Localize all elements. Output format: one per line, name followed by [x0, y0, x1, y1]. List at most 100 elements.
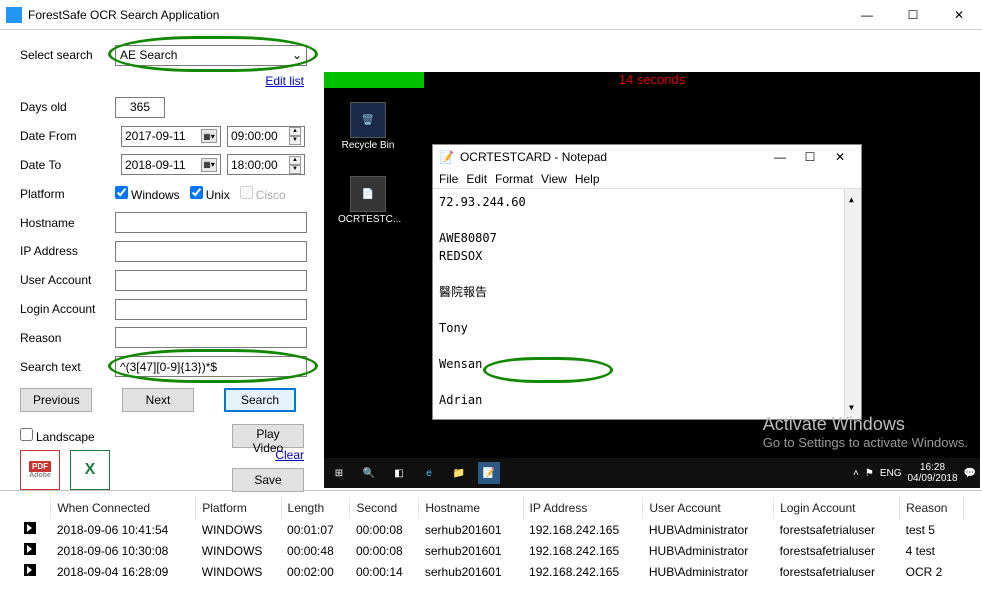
- play-icon[interactable]: [24, 543, 36, 555]
- menu-format[interactable]: Format: [495, 172, 533, 186]
- hostname-input[interactable]: [115, 212, 307, 233]
- recycle-bin-icon[interactable]: 🗑️ Recycle Bin: [338, 102, 398, 151]
- column-header[interactable]: Hostname: [419, 497, 523, 519]
- table-row[interactable]: 2018-09-04 16:28:09WINDOWS00:02:0000:00:…: [18, 561, 964, 582]
- column-header[interactable]: Login Account: [774, 497, 900, 519]
- column-header[interactable]: Platform: [196, 497, 281, 519]
- notepad-content[interactable]: 72.93.244.60 AWE80807REDSOX 醫院報告 Tony We…: [433, 189, 861, 419]
- notepad-task-icon[interactable]: 📝: [478, 462, 500, 484]
- table-cell: forestsafetrialuser: [774, 540, 900, 561]
- table-row[interactable]: 2018-09-06 10:41:54WINDOWS00:01:0700:00:…: [18, 519, 964, 540]
- landscape-checkbox[interactable]: Landscape: [20, 428, 95, 444]
- search-button[interactable]: Search: [224, 388, 296, 412]
- user-account-input[interactable]: [115, 270, 307, 291]
- notepad-line: Adrian: [439, 391, 855, 409]
- task-view-icon[interactable]: ◧: [388, 462, 410, 484]
- login-account-input[interactable]: [115, 299, 307, 320]
- column-header[interactable]: Reason: [900, 497, 964, 519]
- table-cell: 00:00:48: [281, 540, 350, 561]
- tray-flag-icon[interactable]: ⚑: [865, 468, 874, 479]
- search-text-input[interactable]: [115, 356, 307, 377]
- table-cell: 00:00:14: [350, 561, 419, 582]
- edit-list-link[interactable]: Edit list: [265, 74, 304, 88]
- minimize-button[interactable]: —: [844, 0, 890, 30]
- user-account-label: User Account: [20, 273, 115, 287]
- table-cell: 00:02:00: [281, 561, 350, 582]
- search-icon[interactable]: 🔍: [358, 462, 380, 484]
- menu-help[interactable]: Help: [575, 172, 600, 186]
- notifications-icon[interactable]: 💬: [964, 468, 976, 479]
- login-account-label: Login Account: [20, 302, 115, 316]
- table-cell: HUB\Administrator: [643, 519, 774, 540]
- tray-up-icon[interactable]: ˄: [853, 468, 859, 479]
- windows-taskbar: ⊞ 🔍 ◧ e 📁 📝 ˄ ⚑ ENG 16:28 04/09/2018 💬: [324, 458, 980, 488]
- notepad-line: 醫院報告: [439, 283, 855, 301]
- time-spinner-icon[interactable]: ▲▼: [289, 156, 301, 174]
- time-spinner-icon[interactable]: ▲▼: [289, 127, 301, 145]
- table-cell: forestsafetrialuser: [774, 561, 900, 582]
- unix-checkbox[interactable]: Unix: [190, 186, 230, 202]
- menu-edit[interactable]: Edit: [466, 172, 487, 186]
- date-to-input[interactable]: 2018-09-11 ▦▾: [121, 154, 221, 175]
- table-cell: 192.168.242.165: [523, 561, 643, 582]
- clock-time[interactable]: 16:28: [907, 462, 957, 473]
- select-search-label: Select search: [20, 48, 115, 62]
- previous-button[interactable]: Previous: [20, 388, 92, 412]
- next-button[interactable]: Next: [122, 388, 194, 412]
- ie-icon[interactable]: e: [418, 462, 440, 484]
- notepad-line: REDSOX: [439, 247, 855, 265]
- cisco-checkbox[interactable]: Cisco: [240, 186, 286, 202]
- column-header[interactable]: Second: [350, 497, 419, 519]
- column-header[interactable]: When Connected: [51, 497, 196, 519]
- np-maximize-button[interactable]: ☐: [795, 146, 825, 168]
- table-cell: forestsafetrialuser: [774, 519, 900, 540]
- table-cell: WINDOWS: [196, 540, 281, 561]
- play-icon[interactable]: [24, 522, 36, 534]
- table-cell: test 5: [900, 519, 964, 540]
- table-cell: 192.168.242.165: [523, 540, 643, 561]
- play-icon[interactable]: [24, 564, 36, 576]
- date-to-label: Date To: [20, 158, 115, 172]
- maximize-button[interactable]: ☐: [890, 0, 936, 30]
- pdf-export-icon[interactable]: PDFAdobe: [20, 450, 60, 490]
- scrollbar[interactable]: [844, 189, 861, 419]
- column-header[interactable]: [18, 497, 51, 519]
- days-old-input[interactable]: [115, 97, 165, 118]
- windows-checkbox[interactable]: Windows: [115, 186, 180, 202]
- np-close-button[interactable]: ✕: [825, 146, 855, 168]
- play-video-button[interactable]: Play Video: [232, 424, 304, 448]
- timer-label: 14 seconds: [324, 72, 980, 87]
- date-from-input[interactable]: 2017-09-11 ▦▾: [121, 126, 221, 147]
- explorer-icon[interactable]: 📁: [448, 462, 470, 484]
- column-header[interactable]: IP Address: [523, 497, 643, 519]
- menu-file[interactable]: File: [439, 172, 458, 186]
- chevron-down-icon: ⌄: [292, 48, 302, 62]
- calendar-icon[interactable]: ▦▾: [201, 158, 217, 172]
- column-header[interactable]: Length: [281, 497, 350, 519]
- ip-address-input[interactable]: [115, 241, 307, 262]
- save-button[interactable]: Save: [232, 468, 304, 492]
- table-cell: 00:00:08: [350, 540, 419, 561]
- np-minimize-button[interactable]: —: [765, 146, 795, 168]
- time-from-input[interactable]: 09:00:00 ▲▼: [227, 126, 305, 147]
- clock-date[interactable]: 04/09/2018: [907, 473, 957, 484]
- excel-export-icon[interactable]: X: [70, 450, 110, 490]
- start-button-icon[interactable]: ⊞: [328, 462, 350, 484]
- clear-link[interactable]: Clear: [275, 448, 304, 462]
- notepad-line: [439, 301, 855, 319]
- table-cell: 4 test: [900, 540, 964, 561]
- time-to-input[interactable]: 18:00:00 ▲▼: [227, 154, 305, 175]
- column-header[interactable]: User Account: [643, 497, 774, 519]
- table-cell: HUB\Administrator: [643, 540, 774, 561]
- ocrtest-file-icon[interactable]: 📄 OCRTESTC...: [338, 176, 398, 225]
- table-row[interactable]: 2018-09-06 10:30:08WINDOWS00:00:4800:00:…: [18, 540, 964, 561]
- notepad-icon: 📝: [439, 150, 454, 164]
- calendar-icon[interactable]: ▦▾: [201, 129, 217, 143]
- notepad-line: AWE80807: [439, 229, 855, 247]
- search-text-label: Search text: [20, 360, 115, 374]
- reason-input[interactable]: [115, 327, 307, 348]
- menu-view[interactable]: View: [541, 172, 567, 186]
- select-search-dropdown[interactable]: AE Search ⌄: [115, 45, 307, 66]
- close-button[interactable]: ✕: [936, 0, 982, 30]
- language-indicator[interactable]: ENG: [880, 468, 902, 479]
